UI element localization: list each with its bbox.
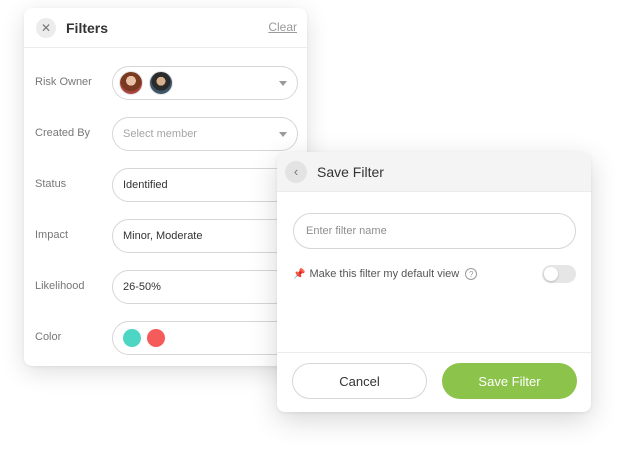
filter-label: Impact xyxy=(35,229,69,241)
save-filter-header: ‹ Save Filter xyxy=(277,152,591,192)
default-view-toggle[interactable] xyxy=(542,265,576,283)
filter-row-created-by: Created By Select member xyxy=(24,117,307,151)
save-filter-button[interactable]: Save Filter xyxy=(442,363,577,399)
created-by-select[interactable]: Select member xyxy=(112,117,298,151)
likelihood-select[interactable]: 26-50% xyxy=(112,270,298,304)
color-swatch-teal[interactable] xyxy=(123,329,141,347)
pin-icon: 📌 xyxy=(293,268,306,280)
filter-label: Likelihood xyxy=(35,280,85,292)
toggle-knob xyxy=(544,267,558,281)
status-select[interactable]: Identified xyxy=(112,168,298,202)
save-filter-footer: Cancel Save Filter xyxy=(277,352,591,412)
created-by-placeholder: Select member xyxy=(123,128,197,140)
chevron-left-icon[interactable]: ‹ xyxy=(285,160,307,183)
filters-title: Filters xyxy=(66,19,109,36)
color-swatch-red[interactable] xyxy=(147,329,165,347)
clear-link[interactable]: Clear xyxy=(268,20,297,34)
filter-label: Risk Owner xyxy=(35,76,92,88)
chevron-down-icon xyxy=(279,81,287,86)
filter-label: Color xyxy=(35,331,62,343)
filter-row-status: Status Identified xyxy=(24,168,307,202)
filter-row-risk-owner: Risk Owner xyxy=(24,66,307,100)
status-value: Identified xyxy=(123,179,168,191)
color-select[interactable] xyxy=(112,321,298,355)
avatar xyxy=(119,71,143,95)
filter-row-color: Color xyxy=(24,321,307,355)
save-filter-title: Save Filter xyxy=(317,163,384,180)
save-filter-panel: ‹ Save Filter 📌 Make this filter my defa… xyxy=(277,152,591,412)
close-icon[interactable]: ✕ xyxy=(36,17,56,38)
risk-owner-select[interactable] xyxy=(112,66,298,100)
default-view-row: 📌 Make this filter my default view ? xyxy=(293,264,576,284)
filters-header: ✕ Filters Clear xyxy=(24,8,307,48)
filter-label: Created By xyxy=(35,127,91,139)
filter-label: Status xyxy=(35,178,67,190)
filters-panel: ✕ Filters Clear Risk Owner Created By Se… xyxy=(24,8,307,366)
default-view-label: Make this filter my default view xyxy=(309,268,460,280)
filter-row-impact: Impact Minor, Moderate xyxy=(24,219,307,253)
impact-select[interactable]: Minor, Moderate xyxy=(112,219,298,253)
filter-name-input[interactable] xyxy=(293,213,576,249)
cancel-button[interactable]: Cancel xyxy=(292,363,427,399)
likelihood-value: 26-50% xyxy=(123,281,161,293)
filter-row-likelihood: Likelihood 26-50% xyxy=(24,270,307,304)
avatar xyxy=(149,71,173,95)
help-circle-icon[interactable]: ? xyxy=(465,268,478,280)
chevron-down-icon xyxy=(279,132,287,137)
impact-value: Minor, Moderate xyxy=(123,230,203,242)
